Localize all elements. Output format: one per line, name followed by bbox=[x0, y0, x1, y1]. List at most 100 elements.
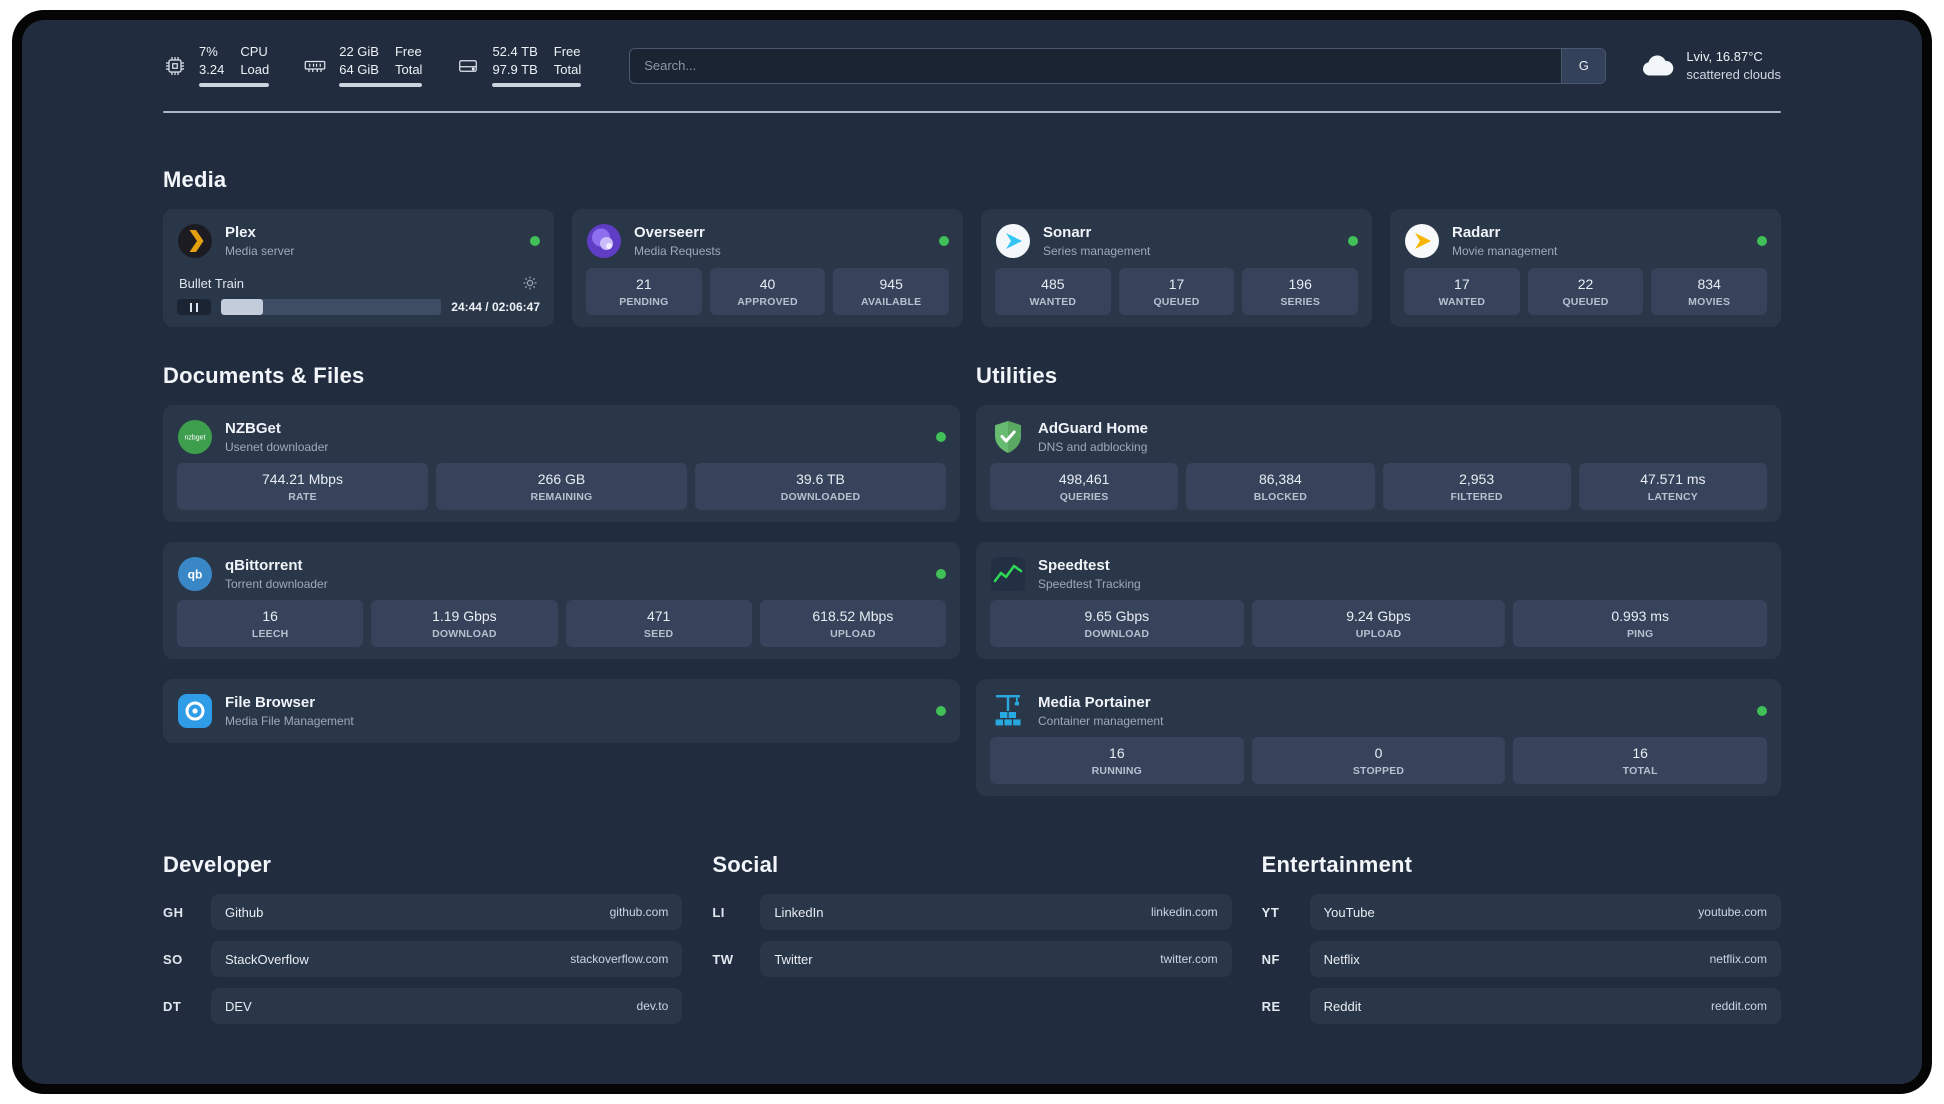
stat-tile: 834 MOVIES bbox=[1651, 268, 1768, 315]
stackoverflow-icon: SO bbox=[163, 951, 183, 967]
app-card-adguard[interactable]: AdGuard Home DNS and adblocking 498,461 … bbox=[976, 405, 1781, 522]
app-card-speedtest[interactable]: Speedtest Speedtest Tracking 9.65 Gbps D… bbox=[976, 542, 1781, 659]
qbittorrent-icon: qb bbox=[177, 556, 213, 592]
stat-tile: 47.571 ms LATENCY bbox=[1578, 463, 1767, 510]
stat-tile: 17 WANTED bbox=[1404, 268, 1520, 315]
radarr-icon bbox=[1404, 223, 1440, 259]
app-name: qBittorrent bbox=[225, 557, 303, 574]
search-engine-button[interactable]: G bbox=[1561, 48, 1606, 83]
media-grid: Plex Media server Bullet Train 24:44 / 0… bbox=[163, 209, 1781, 327]
stat-tile: 2,953 FILTERED bbox=[1382, 463, 1571, 510]
disk-total-label: Total bbox=[553, 62, 582, 77]
portainer-icon bbox=[990, 693, 1026, 729]
now-playing-title: Bullet Train bbox=[179, 275, 245, 291]
disk-total-value: 97.9 TB bbox=[492, 62, 538, 77]
plex-icon bbox=[177, 223, 213, 259]
pause-icon bbox=[190, 302, 198, 312]
search-input[interactable] bbox=[630, 48, 1562, 83]
app-card-plex[interactable]: Plex Media server Bullet Train 24:44 / 0… bbox=[163, 209, 554, 327]
link-item-twitter[interactable]: Twitter twitter.com bbox=[760, 941, 1232, 977]
section-title-entertainment: Entertainment bbox=[1261, 852, 1413, 877]
status-indicator bbox=[936, 706, 946, 716]
ram-meter bbox=[339, 83, 423, 87]
app-card-portainer[interactable]: Media Portainer Container management 16 … bbox=[976, 679, 1781, 796]
app-subtitle: Media File Management bbox=[225, 714, 354, 728]
gear-icon[interactable] bbox=[522, 275, 538, 291]
link-row: NF Netflix netflix.com bbox=[1262, 941, 1781, 977]
links-column-social: Social LI LinkedIn linkedin.com TW Twitt… bbox=[712, 852, 1232, 1035]
app-subtitle: Container management bbox=[1038, 714, 1164, 728]
search-bar: G bbox=[629, 47, 1607, 84]
stat-tile: 0 STOPPED bbox=[1251, 737, 1506, 784]
link-item-stackoverflow[interactable]: StackOverflow stackoverflow.com bbox=[211, 941, 683, 977]
ram-icon bbox=[303, 54, 327, 78]
stat-tile: 16 LEECH bbox=[177, 600, 364, 647]
status-indicator bbox=[1757, 706, 1767, 716]
link-item-linkedin[interactable]: LinkedIn linkedin.com bbox=[760, 894, 1232, 930]
stat-tile: 39.6 TB DOWNLOADED bbox=[695, 463, 946, 510]
status-indicator bbox=[936, 569, 946, 579]
app-subtitle: Usenet downloader bbox=[225, 440, 329, 454]
pause-button[interactable] bbox=[177, 299, 211, 315]
link-item-youtube[interactable]: YouTube youtube.com bbox=[1309, 894, 1781, 930]
app-name: AdGuard Home bbox=[1038, 420, 1149, 437]
playback-seek-bar[interactable] bbox=[221, 299, 442, 315]
ram-free-value: 22 GiB bbox=[339, 44, 379, 59]
stat-tile: 196 SERIES bbox=[1242, 268, 1359, 315]
app-name: Sonarr bbox=[1043, 224, 1092, 241]
cpu-meter bbox=[199, 83, 270, 87]
disk-free-label: Free bbox=[553, 44, 581, 59]
app-card-qbittorrent[interactable]: qb qBittorrent Torrent downloader 16 LEE… bbox=[163, 542, 960, 659]
youtube-icon: YT bbox=[1261, 904, 1280, 920]
app-card-sonarr[interactable]: Sonarr Series management 485 WANTED 17 Q… bbox=[981, 209, 1372, 327]
status-indicator bbox=[530, 236, 540, 246]
section-title-media: Media bbox=[163, 167, 227, 192]
nzbget-icon: nzbget bbox=[177, 419, 213, 455]
app-name: Overseerr bbox=[634, 224, 705, 241]
cpu-load-label: Load bbox=[240, 62, 270, 77]
status-indicator bbox=[939, 236, 949, 246]
app-subtitle: DNS and adblocking bbox=[1038, 440, 1148, 454]
section-title-social: Social bbox=[712, 852, 779, 877]
disk-free-value: 52.4 TB bbox=[492, 44, 538, 59]
cpu-label: CPU bbox=[240, 44, 268, 59]
stat-tile: 17 QUEUED bbox=[1118, 268, 1235, 315]
app-card-overseerr[interactable]: Overseerr Media Requests 21 PENDING 40 A… bbox=[572, 209, 963, 327]
app-card-nzbget[interactable]: nzbget NZBGet Usenet downloader 744.21 M… bbox=[163, 405, 960, 522]
link-item-github[interactable]: Github github.com bbox=[211, 894, 683, 930]
section-title-developer: Developer bbox=[163, 852, 272, 877]
twitter-icon: TW bbox=[712, 951, 734, 967]
app-card-radarr[interactable]: Radarr Movie management 17 WANTED 22 QUE… bbox=[1390, 209, 1781, 327]
stat-tile: 1.19 Gbps DOWNLOAD bbox=[371, 600, 558, 647]
stat-tile: 0.993 ms PING bbox=[1513, 600, 1768, 647]
disk-icon bbox=[456, 54, 480, 78]
link-item-netflix[interactable]: Netflix netflix.com bbox=[1309, 941, 1781, 977]
playback-time: 24:44 / 02:06:47 bbox=[451, 300, 540, 314]
sonarr-icon bbox=[995, 223, 1031, 259]
stat-tile: 22 QUEUED bbox=[1527, 268, 1644, 315]
link-row: SO StackOverflow stackoverflow.com bbox=[163, 941, 683, 977]
reddit-icon: RE bbox=[1261, 998, 1281, 1014]
speedtest-icon bbox=[990, 556, 1026, 592]
links-column-entertainment: Entertainment YT YouTube youtube.com NF … bbox=[1262, 852, 1781, 1035]
cpu-icon bbox=[163, 54, 187, 78]
app-subtitle: Media Requests bbox=[634, 244, 721, 258]
link-item-dev[interactable]: DEV dev.to bbox=[211, 988, 683, 1024]
links-column-developer: Developer GH Github github.com SO StackO… bbox=[163, 852, 683, 1035]
stat-tile: 21 PENDING bbox=[586, 268, 702, 315]
stat-tile: 16 TOTAL bbox=[1513, 737, 1768, 784]
ram-free-label: Free bbox=[394, 44, 422, 59]
cpu-usage-value: 7% bbox=[199, 44, 218, 59]
app-subtitle: Media server bbox=[225, 244, 295, 258]
app-name: Radarr bbox=[1452, 224, 1501, 241]
link-row: YT YouTube youtube.com bbox=[1262, 894, 1781, 930]
link-item-reddit[interactable]: Reddit reddit.com bbox=[1309, 988, 1781, 1024]
app-card-filebrowser[interactable]: File Browser Media File Management bbox=[163, 679, 960, 743]
app-subtitle: Series management bbox=[1043, 244, 1151, 258]
netflix-icon: NF bbox=[1261, 951, 1280, 967]
stat-tile: 266 GB REMAINING bbox=[436, 463, 687, 510]
stat-tile: 9.65 Gbps DOWNLOAD bbox=[990, 600, 1244, 647]
dev-icon: DT bbox=[163, 998, 182, 1014]
adguard-icon bbox=[990, 419, 1026, 455]
filebrowser-icon bbox=[177, 693, 213, 729]
